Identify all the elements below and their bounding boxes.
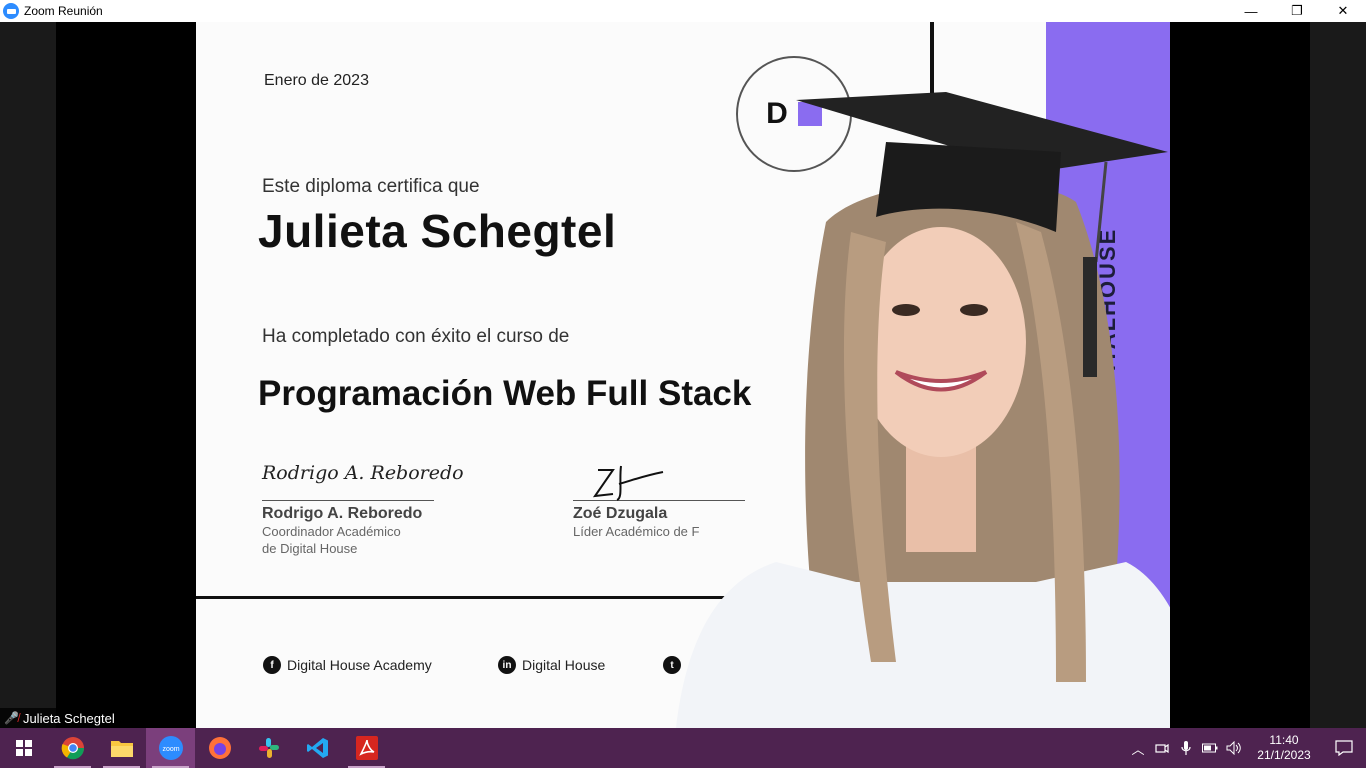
- camera-icon[interactable]: [1150, 742, 1174, 754]
- notification-icon: [1335, 740, 1353, 756]
- chrome-icon: [61, 737, 84, 760]
- taskbar-zoom[interactable]: zoom: [146, 728, 195, 768]
- blouse-shape: [676, 562, 1170, 728]
- virtual-background-certificate: Enero de 2023 Este diploma certifica que…: [196, 22, 1170, 728]
- video-letterbox-right: [1170, 22, 1310, 728]
- minimize-button[interactable]: —: [1228, 0, 1274, 22]
- social-label: Digital House: [522, 657, 606, 673]
- social-facebook: f Digital House Academy: [263, 656, 432, 674]
- video-area[interactable]: Enero de 2023 Este diploma certifica que…: [0, 22, 1366, 728]
- microphone-icon[interactable]: [1174, 741, 1198, 755]
- participant-video-person: [676, 22, 1170, 728]
- signatory-role: Coordinador Académico: [262, 524, 401, 539]
- linkedin-icon: in: [498, 656, 516, 674]
- restore-button[interactable]: ❐: [1274, 0, 1320, 22]
- taskbar-chrome[interactable]: [48, 728, 97, 768]
- participant-name-label: 🎤̸ Julieta Schegtel: [0, 708, 121, 728]
- window-titlebar: Zoom Reunión — ❐ ✕: [0, 0, 1366, 22]
- slack-icon: [258, 738, 279, 758]
- windows-logo-icon: [16, 740, 32, 756]
- window-controls: — ❐ ✕: [1228, 0, 1366, 22]
- facebook-icon: f: [263, 656, 281, 674]
- windows-taskbar: zoom ︿ 11:40 21/1/2023: [0, 728, 1366, 768]
- taskbar-slack[interactable]: [244, 728, 293, 768]
- tassel: [1083, 257, 1097, 377]
- firefox-icon: [208, 737, 231, 759]
- certificate-date: Enero de 2023: [264, 72, 369, 89]
- signatory-role: de Digital House: [262, 541, 358, 556]
- video-letterbox-left: [56, 22, 196, 728]
- mic-muted-icon: 🎤̸: [4, 711, 19, 725]
- certificate-recipient-name: Julieta Schegtel: [258, 205, 617, 257]
- chevron-up-icon[interactable]: ︿: [1126, 739, 1150, 758]
- neck-shape: [906, 442, 976, 552]
- taskbar-firefox[interactable]: [195, 728, 244, 768]
- taskbar-clock[interactable]: 11:40 21/1/2023: [1246, 733, 1322, 763]
- signature-script: Rodrigo A. Reboredo: [262, 462, 464, 484]
- zoom-app-icon: [3, 3, 19, 19]
- signature-line: [262, 500, 434, 501]
- clock-date: 21/1/2023: [1257, 748, 1311, 762]
- window-title: Zoom Reunión: [24, 4, 103, 18]
- social-label: Digital House Academy: [287, 657, 432, 673]
- signature-block: Rodrigo A. Reboredo Rodrigo A. Reboredo …: [262, 462, 464, 557]
- clock-time: 11:40: [1269, 733, 1299, 747]
- folder-icon: [110, 741, 133, 757]
- close-button[interactable]: ✕: [1320, 0, 1366, 22]
- zoom-icon: zoom: [158, 736, 183, 760]
- eye-right: [960, 304, 988, 316]
- svg-text:zoom: zoom: [162, 746, 179, 753]
- notification-center-button[interactable]: [1322, 740, 1366, 756]
- acrobat-icon: [355, 736, 378, 760]
- system-tray: ︿ 11:40 21/1/2023: [1126, 728, 1366, 768]
- tassel-string: [1094, 161, 1108, 263]
- volume-icon[interactable]: [1222, 741, 1246, 755]
- signatory-name: Rodrigo A. Reboredo: [262, 505, 423, 522]
- taskbar-file-explorer[interactable]: [97, 728, 146, 768]
- vscode-icon: [306, 738, 328, 758]
- certificate-intro: Este diploma certifica que: [262, 176, 480, 197]
- start-button[interactable]: [0, 728, 48, 768]
- social-linkedin: in Digital House: [498, 656, 605, 674]
- participant-name: Julieta Schegtel: [22, 710, 115, 726]
- eye-left: [892, 304, 920, 316]
- battery-icon[interactable]: [1198, 743, 1222, 753]
- taskbar-vscode[interactable]: [293, 728, 342, 768]
- taskbar-acrobat[interactable]: [342, 728, 391, 768]
- certificate-completed-text: Ha completado con éxito el curso de: [262, 326, 570, 347]
